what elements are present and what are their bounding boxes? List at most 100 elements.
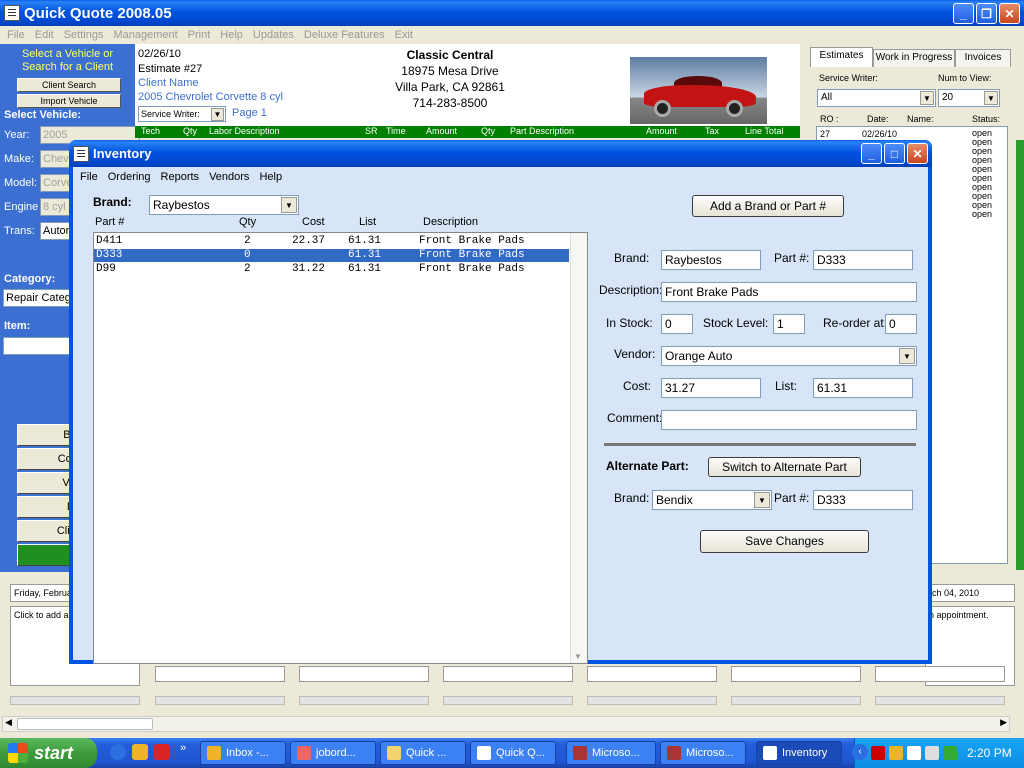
tab-invoices[interactable]: Invoices <box>955 49 1011 67</box>
switch-alternate-button[interactable]: Switch to Alternate Part <box>708 457 861 477</box>
estimate-header: 02/26/10 Estimate #27 Client Name 2005 C… <box>135 44 800 128</box>
inv-menu-reports[interactable]: Reports <box>156 171 205 183</box>
norton-icon[interactable] <box>154 744 170 760</box>
select-vehicle-heading: Select Vehicle: <box>4 109 82 121</box>
reorder-field[interactable]: 0 <box>885 314 917 334</box>
menu-updates[interactable]: Updates <box>248 29 299 41</box>
detail-part-field[interactable]: D333 <box>813 250 913 270</box>
vendor-select[interactable]: Orange Auto ▼ <box>661 346 917 366</box>
alternate-brand-select[interactable]: Bendix ▼ <box>652 490 772 510</box>
menu-file[interactable]: File <box>2 29 30 41</box>
chevron-down-icon[interactable]: ▼ <box>754 492 770 508</box>
stock-level-field[interactable]: 1 <box>773 314 805 334</box>
task-inventory[interactable]: Inventory <box>756 741 842 765</box>
alternate-part-number-field[interactable]: D333 <box>813 490 913 510</box>
main-title-bar[interactable]: Quick Quote 2008.05 _ ❐ ✕ <box>0 0 1024 26</box>
list-field[interactable]: 61.31 <box>813 378 913 398</box>
status-cell: open <box>972 209 993 219</box>
list-label: List: <box>775 379 798 393</box>
chevron-down-icon[interactable]: ▼ <box>984 91 998 105</box>
client-name-link[interactable]: Client Name <box>138 77 199 89</box>
parts-row-selected[interactable]: D333 0 61.31 Front Brake Pads <box>94 249 569 262</box>
task-jobord[interactable]: jobord... <box>290 741 376 765</box>
service-writer-select[interactable]: All ▼ <box>817 89 936 107</box>
vehicle-link[interactable]: 2005 Chevrolet Corvette 8 cyl <box>138 91 283 103</box>
cost-field[interactable]: 31.27 <box>661 378 761 398</box>
tab-estimates[interactable]: Estimates <box>810 47 873 67</box>
inv-menu-file[interactable]: File <box>75 171 103 183</box>
appointment-slot[interactable] <box>443 666 573 682</box>
part-description: Front Brake Pads <box>419 235 525 247</box>
scrollbar-thumb[interactable] <box>17 718 153 730</box>
tray-expand-icon[interactable]: ‹ <box>852 744 868 760</box>
restore-button[interactable]: ❐ <box>976 3 997 24</box>
tab-work-in-progress[interactable]: Work in Progress <box>873 49 955 67</box>
parts-row[interactable]: D99 2 31.22 61.31 Front Brake Pads <box>94 263 569 276</box>
vehicle-photo <box>630 57 767 124</box>
task-inbox[interactable]: Inbox -... <box>200 741 286 765</box>
inv-menu-vendors[interactable]: Vendors <box>204 171 254 183</box>
network-icon[interactable] <box>871 746 885 760</box>
appointment-slot[interactable] <box>587 666 717 682</box>
section-divider <box>604 443 916 446</box>
horizontal-scrollbar[interactable]: ◀ ▶ <box>2 716 1010 732</box>
menu-settings[interactable]: Settings <box>59 29 109 41</box>
save-changes-button[interactable]: Save Changes <box>700 530 869 553</box>
chevron-down-icon[interactable]: ▼ <box>920 91 934 105</box>
update-icon[interactable] <box>907 746 921 760</box>
inv-menu-help[interactable]: Help <box>254 171 287 183</box>
inventory-close-button[interactable]: ✕ <box>907 143 928 164</box>
scroll-right-icon[interactable]: ▶ <box>1000 717 1007 728</box>
appointment-slot[interactable] <box>875 666 1005 682</box>
inventory-title-bar[interactable]: Inventory _ □ ✕ <box>69 140 932 167</box>
appointment-slot[interactable] <box>299 666 429 682</box>
num-to-view-select[interactable]: 20 ▼ <box>938 89 1000 107</box>
task-quick-quote[interactable]: Quick Q... <box>470 741 556 765</box>
ro-number[interactable]: 27 <box>820 129 830 139</box>
add-brand-or-part-button[interactable]: Add a Brand or Part # <box>692 195 844 217</box>
monitor-icon[interactable] <box>925 746 939 760</box>
chevron-down-icon[interactable]: ▼ <box>281 197 297 213</box>
import-vehicle-button[interactable]: Import Vehicle <box>17 94 121 108</box>
detail-brand-field[interactable]: Raybestos <box>661 250 761 270</box>
close-button[interactable]: ✕ <box>999 3 1020 24</box>
parts-row[interactable]: D411 2 22.37 61.31 Front Brake Pads <box>94 235 569 248</box>
inv-menu-ordering[interactable]: Ordering <box>103 171 156 183</box>
service-writer-combo[interactable]: Service Writer: ▼ <box>138 106 226 122</box>
start-button[interactable]: start <box>0 738 97 768</box>
chevron-right-icon[interactable]: » <box>180 742 186 754</box>
menu-help[interactable]: Help <box>215 29 248 41</box>
chevron-down-icon[interactable]: ▼ <box>899 348 915 364</box>
client-search-button[interactable]: Client Search <box>17 78 121 92</box>
chevron-down-icon[interactable]: ▼ <box>211 108 224 121</box>
scroll-down-icon[interactable]: ▼ <box>574 652 582 661</box>
ro-date[interactable]: 02/26/10 <box>862 129 897 139</box>
parts-list[interactable]: D411 2 22.37 61.31 Front Brake Pads D333… <box>93 232 588 664</box>
comment-field[interactable] <box>661 410 917 430</box>
scroll-left-icon[interactable]: ◀ <box>5 717 12 728</box>
menu-management[interactable]: Management <box>108 29 182 41</box>
category-label: Category: <box>4 273 56 285</box>
inventory-maximize-button[interactable]: □ <box>884 143 905 164</box>
outlook-tray-icon[interactable] <box>889 746 903 760</box>
wireless-icon[interactable] <box>943 746 957 760</box>
minimize-button[interactable]: _ <box>953 3 974 24</box>
task-microsoft-1[interactable]: Microso... <box>566 741 656 765</box>
menu-deluxe-features[interactable]: Deluxe Features <box>299 29 390 41</box>
menu-edit[interactable]: Edit <box>30 29 59 41</box>
in-stock-field[interactable]: 0 <box>661 314 693 334</box>
appointment-slot[interactable] <box>155 666 285 682</box>
menu-exit[interactable]: Exit <box>390 29 418 41</box>
appointment-slot[interactable] <box>731 666 861 682</box>
parts-list-scrollbar[interactable]: ▼ <box>570 233 587 663</box>
menu-print[interactable]: Print <box>183 29 216 41</box>
year-label: Year: <box>4 129 30 141</box>
outlook-icon[interactable] <box>132 744 148 760</box>
brand-filter-select[interactable]: Raybestos ▼ <box>149 195 299 215</box>
task-microsoft-2[interactable]: Microso... <box>660 741 746 765</box>
task-quick-folder[interactable]: Quick ... <box>380 741 466 765</box>
inventory-minimize-button[interactable]: _ <box>861 143 882 164</box>
description-field[interactable]: Front Brake Pads <box>661 282 917 302</box>
internet-explorer-icon[interactable] <box>110 744 126 760</box>
item-label: Item: <box>4 320 31 332</box>
